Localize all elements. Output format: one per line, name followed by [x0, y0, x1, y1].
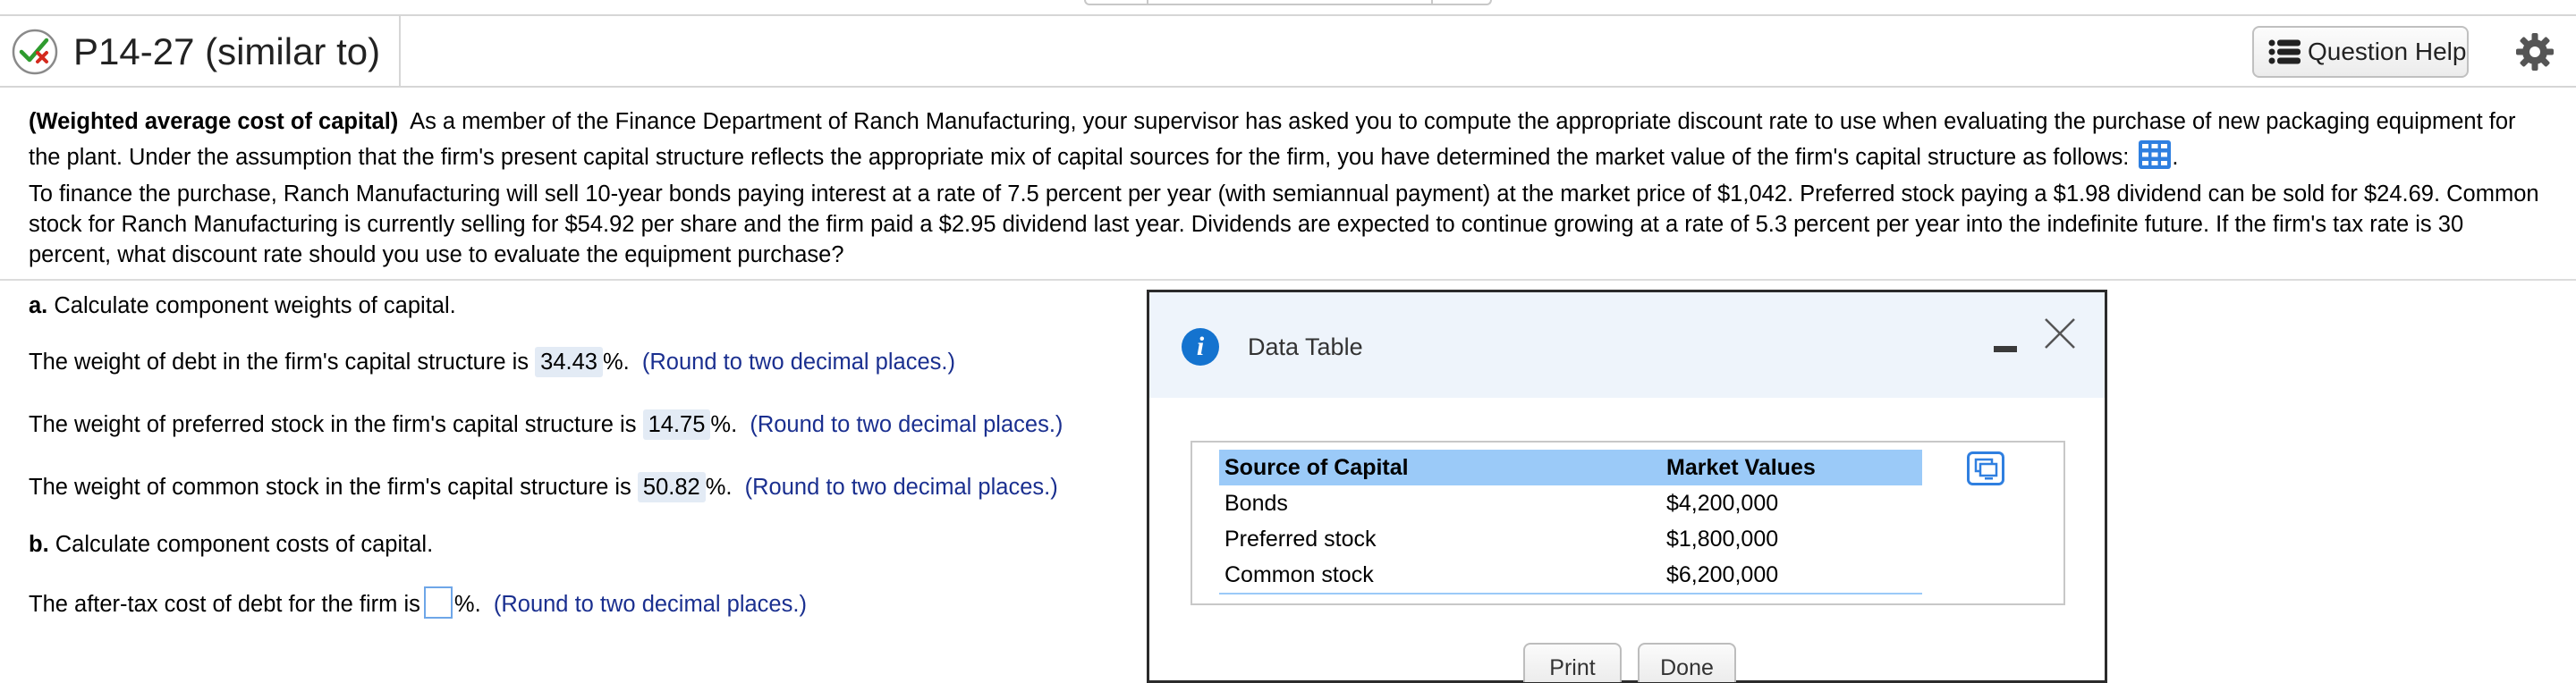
- problem-title: P14-27 (similar to): [73, 30, 381, 72]
- part-a-text: Calculate component weights of capital.: [54, 293, 456, 318]
- column-header: Market Values: [1661, 450, 1922, 485]
- value-cell: $1,800,000: [1666, 526, 1779, 552]
- question-paragraph-2: To finance the purchase, Ranch Manufactu…: [29, 181, 2539, 267]
- part-a-heading: a. Calculate component weights of capita…: [29, 291, 456, 321]
- common-weight-line: The weight of common stock in the firm's…: [29, 472, 1058, 502]
- table-row: Preferred stock $1,800,000: [1219, 521, 1922, 557]
- dialog-title: Data Table: [1248, 333, 1363, 360]
- percent-sign: %.: [602, 350, 630, 375]
- value-cell: $6,200,000: [1661, 557, 1922, 594]
- aftertax-debt-label: The after-tax cost of debt for the firm …: [29, 592, 420, 617]
- preferred-weight-label: The weight of preferred stock in the fir…: [29, 412, 637, 437]
- stub-separator: [1431, 0, 1433, 4]
- done-button[interactable]: Done: [1638, 643, 1736, 682]
- capital-structure-table: Source of Capital Market Values Bonds $4…: [1219, 450, 1922, 594]
- info-icon: i: [1182, 328, 1219, 366]
- value-cell: $4,200,000: [1666, 490, 1779, 516]
- table-row: Bonds $4,200,000: [1219, 485, 1922, 521]
- part-a-letter: a.: [29, 293, 48, 318]
- header-divider: [399, 16, 401, 88]
- table-header-row: Source of Capital Market Values: [1219, 450, 1922, 485]
- print-button[interactable]: Print: [1523, 643, 1622, 682]
- source-cell: Preferred stock: [1224, 526, 1377, 552]
- problem-header: P14-27 (similar to) Question Help: [0, 14, 2576, 88]
- common-weight-label: The weight of common stock in the firm's…: [29, 475, 631, 500]
- question-help-label: Question Help: [2308, 38, 2467, 65]
- rounding-hint: (Round to two decimal places.): [641, 350, 955, 375]
- data-table-icon[interactable]: [2138, 139, 2172, 170]
- question-title: (Weighted average cost of capital): [29, 109, 399, 134]
- source-cell: Bonds: [1224, 490, 1288, 516]
- common-weight-answer[interactable]: 50.82: [637, 472, 706, 502]
- preferred-weight-line: The weight of preferred stock in the fir…: [29, 409, 1063, 440]
- debt-weight-line: The weight of debt in the firm's capital…: [29, 347, 955, 377]
- aftertax-debt-input[interactable]: [423, 586, 453, 619]
- list-icon: [2268, 39, 2301, 64]
- part-b-text: Calculate component costs of capital.: [55, 532, 434, 557]
- question-body-1-end: .: [2172, 145, 2179, 170]
- section-divider: [0, 279, 2576, 281]
- check-x-icon: [12, 29, 58, 75]
- question-text: (Weighted average cost of capital) As a …: [29, 104, 2542, 270]
- preferred-weight-answer[interactable]: 14.75: [642, 409, 711, 440]
- close-icon[interactable]: [2042, 316, 2078, 351]
- debt-weight-answer[interactable]: 34.43: [535, 347, 603, 377]
- question-help-button[interactable]: Question Help: [2252, 26, 2469, 78]
- percent-sign: %.: [453, 592, 481, 617]
- part-b-letter: b.: [29, 532, 49, 557]
- rounding-hint: (Round to two decimal places.): [744, 475, 1058, 500]
- stub-separator: [1147, 0, 1148, 4]
- percent-sign: %.: [710, 412, 738, 437]
- rounding-hint: (Round to two decimal places.): [750, 412, 1063, 437]
- question-paragraph-1: (Weighted average cost of capital) As a …: [29, 104, 2542, 175]
- percent-sign: %.: [705, 475, 733, 500]
- part-b-heading: b. Calculate component costs of capital.: [29, 529, 433, 560]
- debt-weight-label: The weight of debt in the firm's capital…: [29, 350, 530, 375]
- aftertax-debt-line: The after-tax cost of debt for the firm …: [29, 586, 807, 620]
- dialog-header: i Data Table: [1149, 292, 2105, 398]
- source-cell: Common stock: [1219, 557, 1661, 594]
- top-tab-stub: [1084, 0, 1492, 5]
- table-row: Common stock $6,200,000: [1219, 557, 1922, 594]
- column-header: Source of Capital: [1219, 450, 1661, 485]
- data-table-dialog: i Data Table Source of Capital Market Va…: [1147, 290, 2107, 683]
- gear-icon[interactable]: [2515, 32, 2555, 72]
- rounding-hint: (Round to two decimal places.): [493, 592, 807, 617]
- minimize-button[interactable]: [1994, 339, 2019, 362]
- copy-to-clipboard-icon[interactable]: [1967, 451, 2004, 485]
